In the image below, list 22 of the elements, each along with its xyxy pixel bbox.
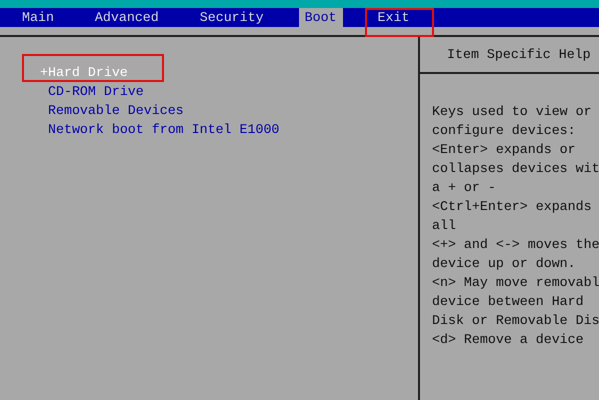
help-text-line: device up or down. (432, 255, 577, 273)
help-text-line: <Enter> expands or (432, 141, 577, 159)
menu-tab[interactable]: Advanced (88, 8, 165, 27)
help-text-line: configure devices: (432, 122, 577, 140)
help-text-line: a + or - (432, 179, 497, 197)
help-text-line: device between Hard (432, 293, 585, 311)
help-text-line: collapses devices wit (432, 160, 599, 178)
help-title: Item Specific Help (420, 37, 599, 74)
menu-tab[interactable]: Main (16, 8, 60, 27)
help-text-line: Disk or Removable Dis (432, 312, 599, 330)
help-text-line: <n> May move removabl (432, 274, 599, 292)
menu-tab[interactable]: Boot (298, 8, 343, 27)
help-text-line: <+> and <-> moves the (432, 236, 599, 254)
menu-tab[interactable]: Exit (372, 8, 416, 27)
boot-device-item[interactable]: Network boot from Intel E1000 (40, 120, 280, 139)
boot-device-item[interactable]: CD-ROM Drive (40, 82, 144, 101)
help-text-line: <d> Remove a device (432, 331, 585, 349)
boot-device-item[interactable]: Removable Devices (40, 101, 184, 120)
help-text-line: Keys used to view or (432, 103, 593, 121)
help-text-line: <Ctrl+Enter> expands (432, 198, 593, 216)
menu-tab[interactable]: Security (194, 8, 270, 27)
help-text-line: all (432, 217, 457, 235)
